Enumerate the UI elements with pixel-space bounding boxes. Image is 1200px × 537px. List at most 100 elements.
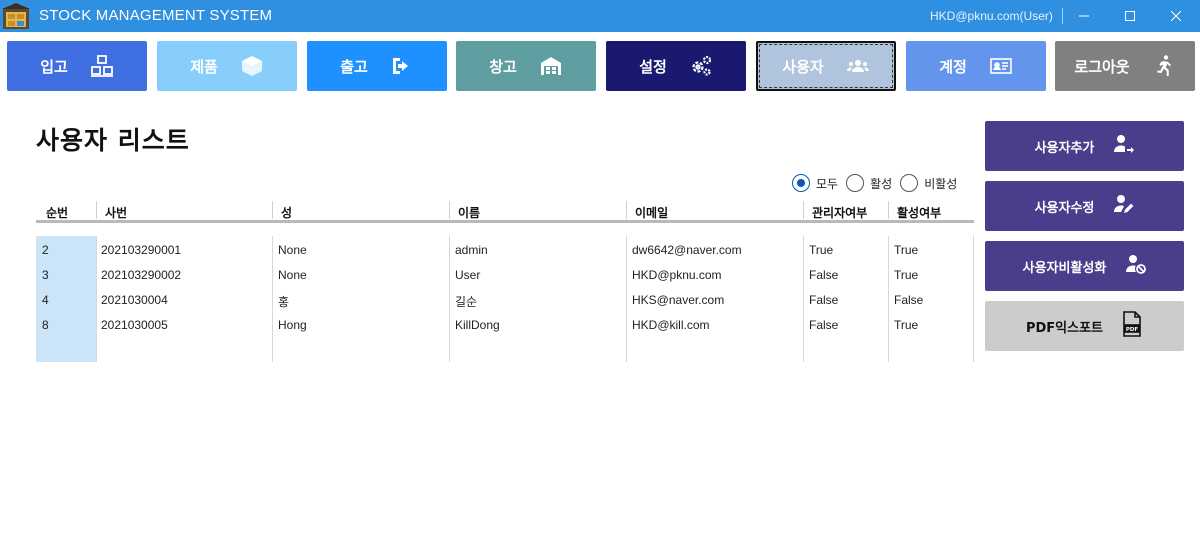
cell-employee-no: 2021030004 xyxy=(101,293,168,307)
user-edit-icon xyxy=(1112,193,1134,219)
table-row[interactable]: 3 202103290002 None User HKD@pknu.com Fa… xyxy=(36,261,974,286)
outbound-exit-icon xyxy=(390,54,414,78)
window-title: STOCK MANAGEMENT SYSTEM xyxy=(39,7,273,24)
cell-first-name: admin xyxy=(455,243,488,257)
deactivate-user-button[interactable]: 사용자비활성화 xyxy=(985,241,1184,291)
users-table[interactable]: 순번 사번 성 이름 이메일 관리자여부 활성여부 2 202103290001… xyxy=(36,201,974,362)
minimize-button[interactable] xyxy=(1061,0,1107,32)
radio-selected-icon xyxy=(792,174,810,192)
column-header-email[interactable]: 이메일 xyxy=(626,201,668,220)
title-bar: STOCK MANAGEMENT SYSTEM HKD@pknu.com(Use… xyxy=(0,0,1200,32)
settings-gears-icon xyxy=(689,54,713,78)
add-user-label: 사용자추가 xyxy=(1034,140,1095,156)
minimize-icon xyxy=(1079,11,1089,21)
column-header-seq[interactable]: 순번 xyxy=(38,204,68,221)
nav-inbound-button[interactable]: 입고 xyxy=(7,41,147,91)
cell-is-active: True xyxy=(894,243,919,257)
filter-inactive-label: 비활성 xyxy=(924,176,958,191)
table-row[interactable]: 8 2021030005 Hong KillDong HKD@kill.com … xyxy=(36,311,974,336)
cell-last-name: None xyxy=(278,243,307,257)
nav-inbound-label: 입고 xyxy=(40,57,68,76)
cell-seq: 2 xyxy=(42,243,49,257)
deactivate-user-label: 사용자비활성화 xyxy=(1022,260,1107,276)
cell-is-active: True xyxy=(894,268,919,282)
cell-last-name: 홍 xyxy=(278,295,290,309)
user-add-icon xyxy=(1112,133,1135,159)
table-row[interactable]: 4 2021030004 홍 길순 HKS@naver.com False Fa… xyxy=(36,286,974,311)
column-header-is-active[interactable]: 활성여부 xyxy=(888,201,941,220)
inbound-boxes-icon xyxy=(90,54,114,78)
edit-user-button[interactable]: 사용자수정 xyxy=(985,181,1184,231)
cell-email: HKD@kill.com xyxy=(632,318,710,332)
nav-outbound-button[interactable]: 출고 xyxy=(307,41,447,91)
nav-warehouse-label: 창고 xyxy=(489,57,517,76)
nav-warehouse-button[interactable]: 창고 xyxy=(456,41,596,91)
cell-is-admin: False xyxy=(809,293,839,307)
current-user-label: HKD@pknu.com(User) xyxy=(930,9,1053,23)
table-header: 순번 사번 성 이름 이메일 관리자여부 활성여부 xyxy=(36,201,974,223)
cell-is-admin: True xyxy=(809,243,834,257)
nav-users-button[interactable]: 사용자 xyxy=(756,41,896,91)
filter-all-label: 모두 xyxy=(816,176,839,191)
cell-employee-no: 202103290002 xyxy=(101,268,182,282)
user-disable-icon xyxy=(1124,253,1147,279)
status-filter: 모두 활성 비활성 xyxy=(792,174,965,192)
cell-seq: 4 xyxy=(42,293,49,307)
pdf-file-icon: PDF xyxy=(1121,311,1143,341)
filter-active-label: 활성 xyxy=(870,176,893,191)
cell-email: HKD@pknu.com xyxy=(632,268,722,282)
filter-inactive-radio[interactable]: 비활성 xyxy=(900,174,957,192)
cell-email: dw6642@naver.com xyxy=(632,243,742,257)
nav-outbound-label: 출고 xyxy=(340,57,368,76)
page-title: 사용자 리스트 xyxy=(36,126,190,155)
cell-last-name: None xyxy=(278,268,307,282)
logout-run-icon xyxy=(1152,54,1176,78)
nav-settings-button[interactable]: 설정 xyxy=(606,41,746,91)
export-pdf-label: PDF익스포트 xyxy=(1025,320,1104,336)
product-cube-icon xyxy=(240,54,264,78)
nav-logout-label: 로그아웃 xyxy=(1074,57,1130,76)
maximize-icon xyxy=(1125,11,1135,21)
radio-unselected-icon xyxy=(900,174,919,192)
radio-unselected-icon xyxy=(846,174,865,192)
warehouse-icon xyxy=(539,54,563,78)
column-header-is-admin[interactable]: 관리자여부 xyxy=(803,201,867,220)
nav-logout-button[interactable]: 로그아웃 xyxy=(1055,41,1195,91)
account-card-icon xyxy=(989,54,1013,78)
nav-account-button[interactable]: 계정 xyxy=(906,41,1046,91)
nav-product-label: 제품 xyxy=(190,57,218,76)
filter-active-radio[interactable]: 활성 xyxy=(846,174,892,192)
cell-first-name: 길순 xyxy=(455,295,478,309)
column-header-employee-no[interactable]: 사번 xyxy=(96,201,127,220)
close-button[interactable] xyxy=(1153,0,1199,32)
cell-is-active: True xyxy=(894,318,919,332)
cell-seq: 8 xyxy=(42,318,49,332)
cell-first-name: User xyxy=(455,268,481,282)
cell-employee-no: 202103290001 xyxy=(101,243,182,257)
column-header-last-name[interactable]: 성 xyxy=(272,201,292,220)
cell-first-name: KillDong xyxy=(455,318,500,332)
filter-all-radio[interactable]: 모두 xyxy=(792,174,838,192)
cell-employee-no: 2021030005 xyxy=(101,318,168,332)
column-header-first-name[interactable]: 이름 xyxy=(449,201,480,220)
add-user-button[interactable]: 사용자추가 xyxy=(985,121,1184,171)
cell-email: HKS@naver.com xyxy=(632,293,725,307)
edit-user-label: 사용자수정 xyxy=(1034,200,1095,216)
cell-is-admin: False xyxy=(809,318,839,332)
close-icon xyxy=(1171,11,1181,21)
nav-product-button[interactable]: 제품 xyxy=(157,41,297,91)
table-body: 2 202103290001 None admin dw6642@naver.c… xyxy=(36,236,974,362)
nav-settings-label: 설정 xyxy=(639,57,667,76)
users-icon xyxy=(846,54,870,78)
cell-last-name: Hong xyxy=(278,318,307,332)
table-row[interactable]: 2 202103290001 None admin dw6642@naver.c… xyxy=(36,236,974,261)
nav-account-label: 계정 xyxy=(939,57,967,76)
svg-text:PDF: PDF xyxy=(1126,327,1139,333)
cell-is-admin: False xyxy=(809,268,839,282)
export-pdf-button[interactable]: PDF익스포트 PDF xyxy=(985,301,1184,351)
maximize-button[interactable] xyxy=(1107,0,1153,32)
app-logo-icon xyxy=(2,2,30,30)
cell-seq: 3 xyxy=(42,268,49,282)
nav-users-label: 사용자 xyxy=(782,57,824,76)
cell-is-active: False xyxy=(894,293,924,307)
